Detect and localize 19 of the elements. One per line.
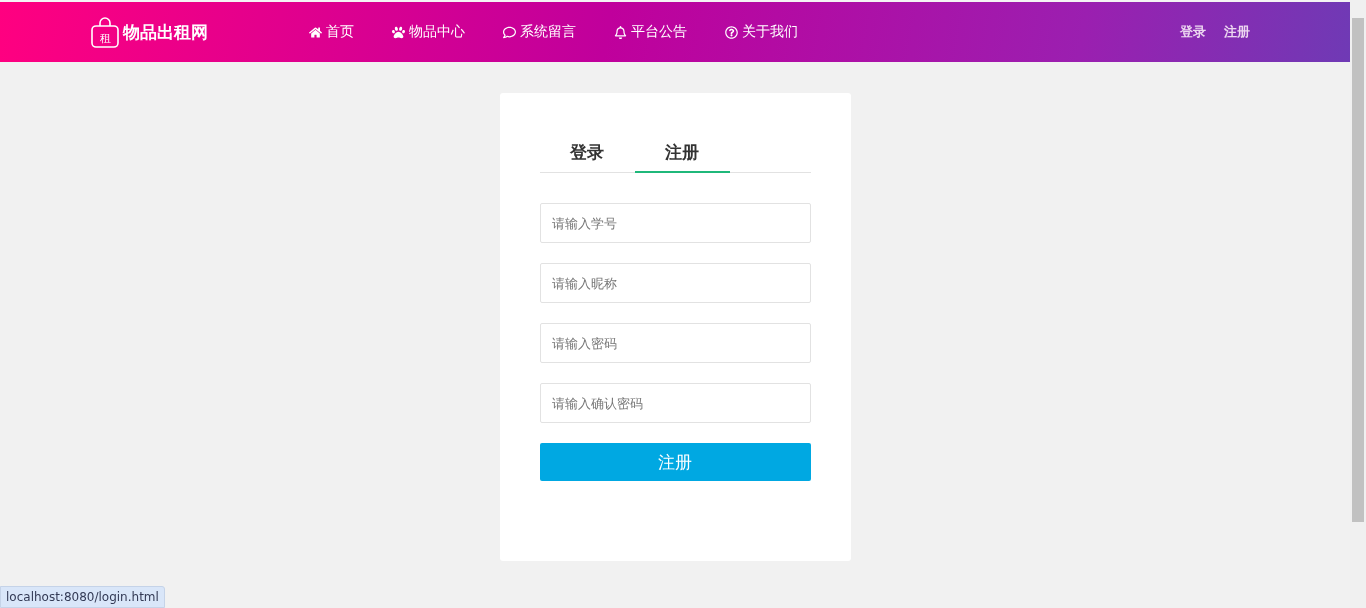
home-icon [309,25,322,39]
bell-icon [614,25,627,39]
account-link[interactable]: 注册 [1224,23,1250,41]
nav-link[interactable]: 首页 [309,23,354,41]
nav-link[interactable]: 物品中心 [392,23,465,41]
site-title: 物品出租网 [123,20,208,44]
form-tab[interactable]: 登录 [539,133,635,173]
paw-icon [392,25,405,39]
nav-link[interactable]: 平台公告 [614,23,687,41]
form-tab[interactable]: 注册 [634,133,730,173]
input-field[interactable]: 请输入确认密码 [539,383,811,423]
account-link[interactable]: 登录 [1180,23,1206,41]
input-field[interactable]: 请输入学号 [539,203,811,243]
nav-link[interactable]: 系统留言 [503,23,576,41]
input-field[interactable]: 请输入昵称 [539,263,811,303]
nav-link[interactable]: 关于我们 [725,23,798,41]
status-url: localhost:8080/login.html [0,586,165,608]
speech-bubble-icon [503,25,516,39]
input-field[interactable]: 请输入密码 [539,323,811,363]
